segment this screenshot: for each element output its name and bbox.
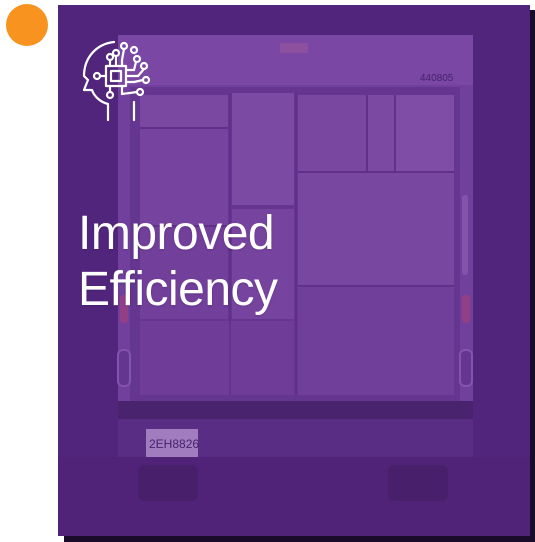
feature-tile: 440805 2EH8826 Improved Efficiency <box>0 0 535 542</box>
feature-title-line1: Improved <box>78 207 275 260</box>
feature-title: Improved Efficiency <box>78 206 478 318</box>
feature-title-line2: Efficiency <box>78 263 278 316</box>
accent-dot <box>6 4 48 46</box>
ai-head-circuit-icon <box>78 36 156 122</box>
